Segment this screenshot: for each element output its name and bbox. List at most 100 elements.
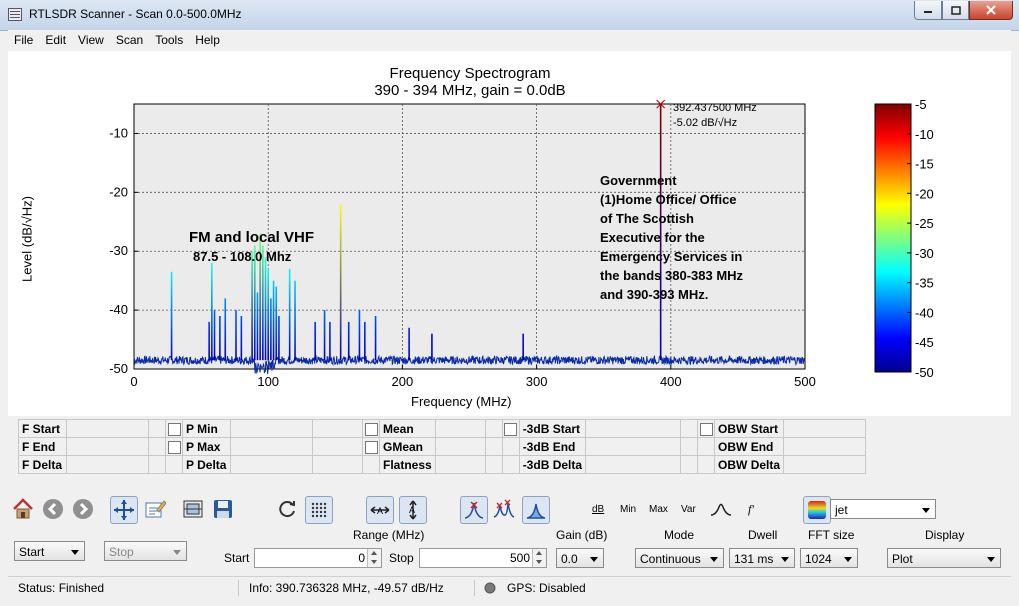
menu-edit[interactable]: Edit: [39, 33, 72, 47]
configure-subplots-button[interactable]: [180, 496, 206, 522]
range-stop-spin[interactable]: 500: [419, 548, 547, 568]
annotation-line: and 390-393 MHz.: [600, 287, 709, 302]
spectrum-peak: [235, 310, 237, 361]
back-button[interactable]: [40, 496, 66, 522]
display-select[interactable]: Plot: [887, 548, 1001, 568]
plot-panel: Frequency Spectrogram 390 - 394 MHz, gai…: [8, 51, 1011, 416]
gmean-checkbox[interactable]: [362, 437, 380, 456]
obw-end-label: OBW End: [714, 437, 785, 456]
range-start-value: 0: [358, 551, 365, 565]
mean-checkbox[interactable]: [362, 419, 380, 438]
spin-up-icon[interactable]: [536, 551, 542, 555]
forward-button[interactable]: [70, 496, 96, 522]
diff-label[interactable]: f': [748, 502, 754, 517]
spin-down-icon[interactable]: [536, 560, 542, 564]
x-tick-label: 0: [130, 374, 137, 389]
annotation-line: the bands 380-383 MHz: [600, 268, 744, 283]
f-start-value: [66, 419, 149, 438]
annotation-line: of The Scottish: [600, 211, 694, 226]
grid-icon: [311, 502, 327, 518]
spectrum-peak: [522, 333, 524, 361]
colorbar-tick-label: -40: [915, 305, 934, 320]
forward-icon: [73, 499, 93, 519]
3db-checkbox[interactable]: [501, 419, 520, 438]
peak-button[interactable]: [460, 496, 488, 524]
display-value: Plot: [892, 552, 913, 566]
colorbar-tick-label: -10: [915, 127, 934, 142]
p-max-checkbox[interactable]: [165, 437, 183, 456]
spectrum-peak: [323, 310, 326, 361]
peaks-button[interactable]: [491, 496, 517, 522]
fft-size-select[interactable]: 1024: [800, 548, 858, 568]
spectrum-peak: [278, 316, 280, 361]
spectrum-peak: [329, 321, 331, 361]
edit-axis-icon: [145, 500, 166, 518]
fft-size-label: FFT size: [808, 528, 855, 542]
obw-checkbox[interactable]: [697, 419, 716, 438]
menu-file[interactable]: File: [8, 33, 39, 47]
close-button[interactable]: [969, 1, 1013, 20]
spectrum-peak: [270, 298, 272, 361]
spin-up-icon[interactable]: [371, 551, 377, 555]
spectrum-peak: [256, 292, 259, 361]
government-annotation: Government (1)Home Office/ Office of The…: [600, 171, 743, 304]
minimize-button[interactable]: [914, 1, 942, 20]
var-label[interactable]: Var: [681, 504, 696, 515]
colormap-button[interactable]: [803, 496, 831, 524]
p-min-checkbox[interactable]: [165, 419, 183, 438]
smooth-button[interactable]: [708, 496, 734, 522]
dwell-value: 131 ms: [734, 552, 774, 566]
spectrum-peak: [251, 251, 253, 361]
peak-marker-label: 392.437500 MHz -5.02 dB/√Hz: [673, 101, 757, 131]
pan-button[interactable]: [110, 496, 138, 524]
x-tick-label: 100: [257, 374, 279, 389]
edit-axis-button[interactable]: [142, 496, 168, 522]
mode-select[interactable]: Continuous: [635, 548, 724, 568]
spin-down-icon[interactable]: [371, 560, 377, 564]
fill-button[interactable]: [522, 496, 550, 524]
measurements-table: F Start P Min Mean -3dB Start OBW Start …: [18, 419, 867, 474]
home-button[interactable]: [10, 496, 36, 522]
colormap-select[interactable]: jet: [830, 499, 936, 519]
spectrum-peak: [431, 333, 433, 361]
dwell-select[interactable]: 131 ms: [729, 548, 795, 568]
start-button[interactable]: Start: [14, 541, 85, 561]
gmean-label: GMean: [379, 437, 436, 456]
zoom-y-button[interactable]: A: [399, 496, 427, 524]
start-button-label: Start: [19, 545, 45, 559]
spectrum-plot[interactable]: 0 100 200 300 400 500 -10 -20 -30 -40 -50 -5 -10 -15…: [8, 51, 1011, 416]
save-button[interactable]: [210, 496, 236, 522]
3db-end-label: -3dB End: [518, 437, 587, 456]
3db-start-label: -3dB Start: [518, 419, 587, 438]
zoom-x-button[interactable]: A: [366, 496, 394, 524]
grid-button[interactable]: [305, 496, 333, 524]
maximize-button[interactable]: [942, 1, 969, 20]
refresh-button[interactable]: [274, 496, 300, 522]
db-label[interactable]: dB: [592, 504, 604, 515]
zoom-x-icon: A: [370, 506, 390, 516]
menu-scan[interactable]: Scan: [110, 33, 149, 47]
colorbar: [874, 103, 912, 373]
fill-icon: [526, 503, 546, 519]
gain-select[interactable]: 0.0: [556, 548, 604, 568]
max-label[interactable]: Max: [649, 504, 668, 515]
range-start-spin[interactable]: 0: [254, 548, 382, 568]
obw-start-label: OBW Start: [714, 419, 785, 438]
colorbar-tick-label: -15: [915, 157, 934, 172]
menu-help[interactable]: Help: [189, 33, 226, 47]
p-delta-label: P Delta: [182, 455, 231, 474]
min-label[interactable]: Min: [620, 504, 636, 515]
y-tick-label: -10: [109, 125, 128, 140]
spectrum-peak: [240, 316, 243, 361]
svg-text:A: A: [377, 506, 383, 516]
x-tick-label: 500: [794, 374, 816, 389]
colorbar-tick-label: -5: [915, 97, 927, 112]
colorbar-tick-label: -30: [915, 246, 934, 261]
range-start-label: Start: [224, 551, 250, 565]
fm-annotation-title: FM and local VHF: [189, 229, 315, 246]
stop-button[interactable]: Stop: [104, 541, 187, 561]
menu-view[interactable]: View: [72, 33, 110, 47]
x-axis-label: Frequency (MHz): [411, 394, 512, 409]
menu-tools[interactable]: Tools: [149, 33, 189, 47]
colorbar-tick-label: -20: [915, 186, 934, 201]
